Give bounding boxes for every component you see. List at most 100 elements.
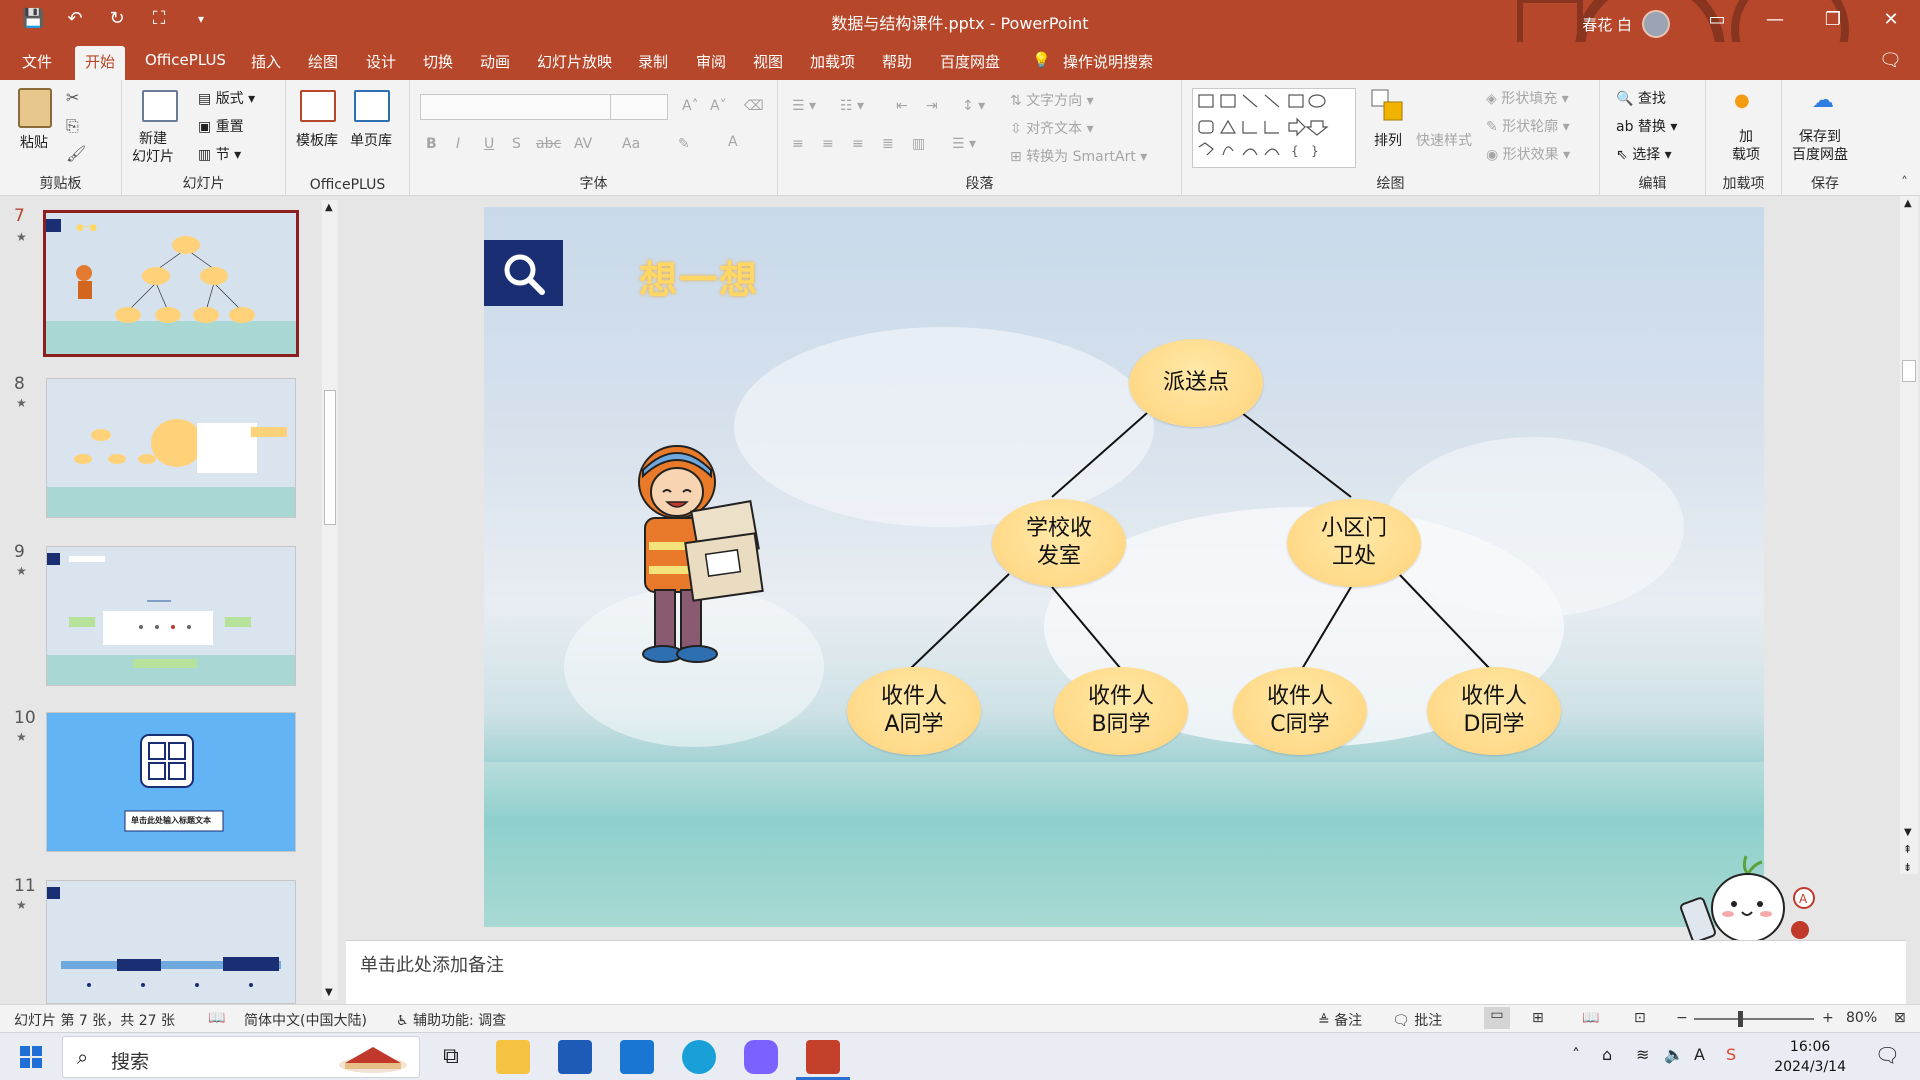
- node-dispatch-point[interactable]: 派送点: [1129, 339, 1263, 427]
- font-size-input[interactable]: [610, 94, 668, 120]
- arrange-button[interactable]: 排列: [1374, 130, 1402, 150]
- mail-icon[interactable]: [620, 1040, 654, 1074]
- tab-record[interactable]: 录制: [638, 51, 668, 72]
- highlight-icon[interactable]: ✎: [678, 136, 690, 152]
- scroll-up-icon[interactable]: ▲: [325, 202, 333, 213]
- paragraph-options-icon[interactable]: ☰ ▾: [952, 136, 976, 152]
- slide-thumbnail-11[interactable]: [46, 880, 296, 1004]
- previous-slide-icon[interactable]: ⇞: [1903, 843, 1912, 856]
- tab-animations[interactable]: 动画: [480, 51, 510, 72]
- justify-icon[interactable]: ≣: [882, 136, 894, 152]
- select-button[interactable]: ⇖ 选择 ▾: [1616, 144, 1672, 164]
- baidu-cloud-icon[interactable]: ☁: [1812, 88, 1834, 113]
- slide-thumbnail-8[interactable]: [46, 378, 296, 518]
- file-explorer-icon[interactable]: [496, 1040, 530, 1074]
- arrange-icon[interactable]: [1370, 88, 1406, 124]
- collapse-ribbon-icon[interactable]: ˄: [1901, 175, 1908, 191]
- spellcheck-icon[interactable]: 📖: [208, 1010, 225, 1026]
- template-lib-icon[interactable]: [300, 90, 336, 122]
- fit-slide-icon[interactable]: ⊠: [1894, 1010, 1906, 1026]
- clear-format-icon[interactable]: ⌫: [744, 98, 764, 114]
- numbering-icon[interactable]: ☷ ▾: [840, 98, 864, 114]
- taskbar-search[interactable]: ⌕ 搜索: [62, 1036, 420, 1078]
- windows-start-icon[interactable]: [20, 1046, 42, 1068]
- scrollbar-thumb[interactable]: [1902, 360, 1916, 382]
- node-recipient-a[interactable]: 收件人 A同学: [847, 667, 981, 755]
- shapes-gallery[interactable]: { }: [1192, 88, 1356, 168]
- node-recipient-d[interactable]: 收件人 D同学: [1427, 667, 1561, 755]
- user-account[interactable]: 春花 白: [1582, 10, 1670, 38]
- increase-indent-icon[interactable]: ⇥: [926, 98, 938, 114]
- powerpoint-taskbar-icon[interactable]: [806, 1040, 840, 1074]
- line-spacing-icon[interactable]: ↕ ▾: [962, 98, 985, 114]
- normal-view-icon[interactable]: ▭: [1484, 1007, 1510, 1029]
- shape-effects-button[interactable]: ◉ 形状效果 ▾: [1486, 144, 1570, 164]
- tell-me-search[interactable]: 操作说明搜索: [1063, 51, 1153, 72]
- align-right-icon[interactable]: ≡: [852, 136, 864, 152]
- grow-font-icon[interactable]: A˄: [682, 98, 699, 114]
- volume-icon[interactable]: 🔈: [1664, 1045, 1684, 1064]
- zoom-slider-knob[interactable]: [1738, 1011, 1743, 1027]
- slide-canvas[interactable]: 想一想 派送点 学校收 发室 小区门 卫处 收件人 A同学 收件人 B同学 收件…: [484, 207, 1764, 927]
- font-name-input[interactable]: [420, 94, 616, 120]
- show-hidden-icons[interactable]: ˄: [1572, 1045, 1580, 1064]
- courier-illustration[interactable]: [619, 442, 789, 672]
- next-slide-icon[interactable]: ⇟: [1903, 861, 1912, 874]
- align-center-icon[interactable]: ≡: [822, 136, 834, 152]
- slide-scrollbar[interactable]: ▲ ▼ ⇞ ⇟: [1900, 196, 1918, 874]
- minimize-icon[interactable]: —: [1746, 0, 1804, 42]
- paste-button[interactable]: 粘贴: [20, 132, 48, 152]
- format-painter-icon[interactable]: 🖌: [66, 144, 86, 163]
- notes-pane[interactable]: 单击此处添加备注: [346, 940, 1906, 1004]
- tab-review[interactable]: 审阅: [696, 51, 726, 72]
- tab-officeplus[interactable]: OfficePLUS: [145, 51, 226, 69]
- scrollbar-thumb[interactable]: [324, 390, 336, 525]
- slide-thumbnail-9[interactable]: [46, 546, 296, 686]
- section-button[interactable]: ▥ 节 ▾: [198, 144, 241, 164]
- shrink-font-icon[interactable]: A˅: [710, 98, 727, 114]
- addins-icon[interactable]: ●: [1734, 90, 1750, 111]
- tab-design[interactable]: 设计: [366, 51, 396, 72]
- char-spacing-icon[interactable]: AV: [574, 136, 592, 152]
- align-left-icon[interactable]: ≡: [792, 136, 804, 152]
- wifi-icon[interactable]: ≋: [1636, 1045, 1649, 1064]
- cut-icon[interactable]: ✂: [66, 88, 79, 107]
- scroll-up-icon[interactable]: ▲: [1904, 198, 1912, 209]
- node-school-mailroom[interactable]: 学校收 发室: [992, 499, 1126, 587]
- zoom-slider[interactable]: [1694, 1018, 1814, 1020]
- edge-browser-icon[interactable]: [682, 1040, 716, 1074]
- notes-toggle-button[interactable]: ≜ 备注: [1318, 1010, 1362, 1030]
- tab-transitions[interactable]: 切换: [423, 51, 453, 72]
- shape-fill-button[interactable]: ◈ 形状填充 ▾: [1486, 88, 1569, 108]
- language-indicator[interactable]: 简体中文(中国大陆): [244, 1010, 367, 1030]
- slide-thumbnail-10[interactable]: 单击此处输入标题文本: [46, 712, 296, 852]
- text-direction-button[interactable]: ⇅ 文字方向 ▾: [1010, 90, 1094, 110]
- notification-icon[interactable]: 🗨: [1875, 1043, 1900, 1067]
- addins-button[interactable]: 加 载项: [1732, 128, 1760, 164]
- convert-smartart-button[interactable]: ⊞ 转换为 SmartArt ▾: [1010, 146, 1147, 166]
- tab-draw[interactable]: 绘图: [308, 51, 338, 72]
- zoom-in-icon[interactable]: +: [1822, 1010, 1834, 1026]
- font-color-icon[interactable]: A: [728, 134, 738, 150]
- microsoft-store-icon[interactable]: [558, 1040, 592, 1074]
- change-case-icon[interactable]: Aa: [622, 136, 640, 152]
- node-recipient-b[interactable]: 收件人 B同学: [1054, 667, 1188, 755]
- paste-icon[interactable]: [18, 88, 52, 128]
- align-text-button[interactable]: ⇳ 对齐文本 ▾: [1010, 118, 1094, 138]
- tab-baidu[interactable]: 百度网盘: [940, 51, 1000, 72]
- bullets-icon[interactable]: ☰ ▾: [792, 98, 816, 114]
- wps-tray-icon[interactable]: S: [1726, 1045, 1736, 1064]
- decrease-indent-icon[interactable]: ⇤: [896, 98, 908, 114]
- tab-view[interactable]: 视图: [753, 51, 783, 72]
- save-baidu-button[interactable]: 保存到 百度网盘: [1792, 128, 1848, 164]
- node-community-gate[interactable]: 小区门 卫处: [1287, 499, 1421, 587]
- shape-outline-button[interactable]: ✎ 形状轮廓 ▾: [1486, 116, 1570, 136]
- tab-slideshow[interactable]: 幻灯片放映: [537, 51, 612, 72]
- columns-icon[interactable]: ▥: [912, 136, 925, 152]
- layout-button[interactable]: ▤ 版式 ▾: [198, 88, 255, 108]
- new-slide-icon[interactable]: [142, 90, 178, 122]
- scroll-down-icon[interactable]: ▼: [1904, 827, 1912, 838]
- node-recipient-c[interactable]: 收件人 C同学: [1233, 667, 1367, 755]
- strikethrough-icon[interactable]: abc: [536, 136, 561, 152]
- template-lib-button[interactable]: 模板库: [296, 130, 338, 150]
